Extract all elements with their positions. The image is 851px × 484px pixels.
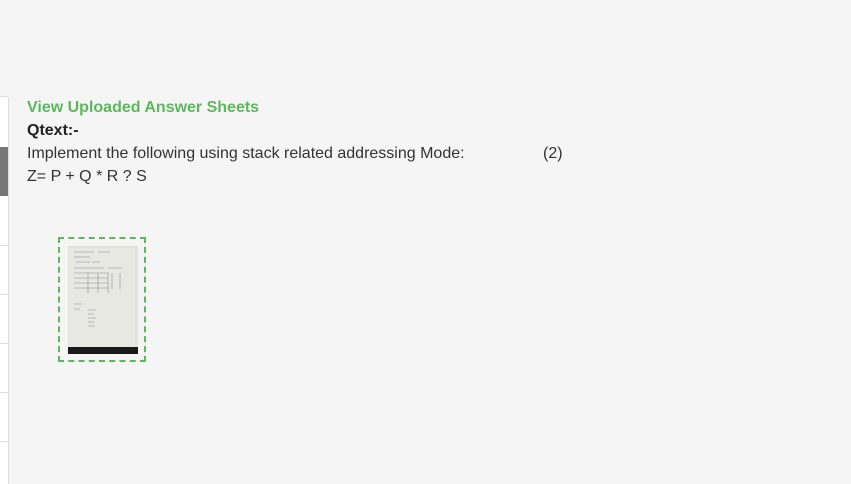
question-text: Implement the following using stack rela… xyxy=(27,145,465,162)
question-panel: View Uploaded Answer Sheets Qtext:- Impl… xyxy=(27,98,807,187)
question-marks: (2) xyxy=(543,145,563,162)
left-nav-divider xyxy=(0,294,8,295)
left-nav-divider xyxy=(0,441,8,442)
left-nav-active-item[interactable] xyxy=(0,147,8,196)
answer-sheet-thumbnail[interactable] xyxy=(58,237,146,362)
left-nav-divider xyxy=(0,392,8,393)
qtext-label: Qtext:- xyxy=(27,122,79,139)
page: View Uploaded Answer Sheets Qtext:- Impl… xyxy=(0,0,851,484)
view-uploaded-answer-sheets-link[interactable]: View Uploaded Answer Sheets xyxy=(27,98,807,118)
left-nav-divider xyxy=(0,343,8,344)
left-nav-panel xyxy=(0,96,9,484)
handwritten-page-thumbnail-icon xyxy=(68,246,138,354)
question-text-row: Implement the following using stack rela… xyxy=(27,144,807,164)
question-expression: Z= P + Q * R ? S xyxy=(27,168,147,185)
left-nav-divider xyxy=(0,245,8,246)
